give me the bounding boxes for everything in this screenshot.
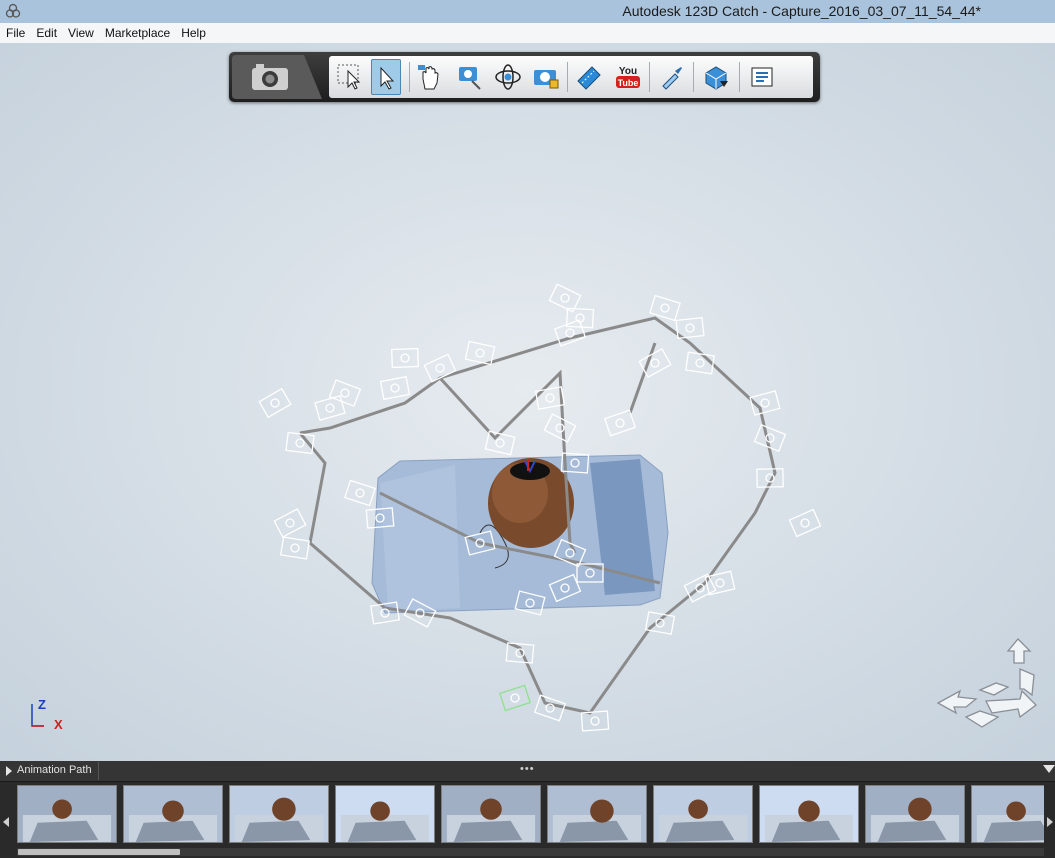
camera-lock-icon: [534, 70, 559, 89]
panel-header: Animation Path •••: [0, 761, 1055, 782]
animation-tool[interactable]: [573, 59, 603, 95]
export-mesh-tool[interactable]: [701, 59, 731, 95]
chevron-down-icon[interactable]: [1043, 765, 1055, 773]
scrollbar-thumb[interactable]: [18, 849, 180, 855]
thumbnail[interactable]: [441, 785, 541, 843]
thumbnail[interactable]: [123, 785, 223, 843]
rectangle-select-icon: [337, 64, 361, 90]
menu-bar: File Edit View Marketplace Help: [0, 23, 1055, 43]
photo-thumbnail: [548, 786, 646, 842]
thumbnail-strip: [17, 785, 1044, 845]
photo-thumbnail: [442, 786, 540, 842]
zoom-icon: [459, 67, 481, 90]
photo-thumbnail: [760, 786, 858, 842]
orbit-tool[interactable]: [493, 59, 523, 95]
panel-expand-icon[interactable]: [6, 766, 12, 776]
menu-view[interactable]: View: [62, 23, 99, 43]
window-title: Autodesk 123D Catch - Capture_2016_03_07…: [622, 3, 981, 19]
panel-grip-handle[interactable]: •••: [520, 763, 535, 775]
thumbnail[interactable]: [547, 785, 647, 843]
scroll-left-icon[interactable]: [3, 817, 9, 827]
eyedropper-icon: [662, 67, 682, 90]
film-strip-icon: [577, 66, 601, 90]
horizontal-scrollbar[interactable]: [17, 848, 1044, 856]
orbit-icon: [495, 64, 521, 90]
eyedropper-tool[interactable]: [657, 59, 687, 95]
thumbnail[interactable]: [229, 785, 329, 843]
panel-title: Animation Path: [17, 764, 92, 776]
photo-thumbnail: [866, 786, 964, 842]
thumbnail[interactable]: [653, 785, 753, 843]
menu-file[interactable]: File: [0, 23, 30, 43]
thumbnail[interactable]: [759, 785, 859, 843]
properties-tool[interactable]: [747, 59, 777, 95]
properties-icon: [751, 67, 773, 87]
toolbar-separator: [649, 62, 650, 92]
scene-view[interactable]: [0, 43, 1055, 761]
mesh-export-icon: [705, 66, 728, 90]
youtube-tube-label: Tube: [618, 78, 639, 88]
main-toolbar: You Tube: [229, 52, 820, 102]
thumbnail[interactable]: [865, 785, 965, 843]
axis-triad: Z X: [31, 698, 63, 732]
youtube-tool[interactable]: You Tube: [613, 59, 643, 95]
autodesk-logo-icon: [5, 3, 21, 18]
thumbnail[interactable]: [335, 785, 435, 843]
pan-hand-icon: [418, 65, 439, 90]
thumbnail[interactable]: [971, 785, 1044, 843]
photo-thumbnail: [124, 786, 222, 842]
camera-lock-tool[interactable]: [531, 59, 561, 95]
capture-tab[interactable]: [232, 55, 322, 99]
youtube-icon: You Tube: [616, 66, 640, 88]
menu-help[interactable]: Help: [175, 23, 211, 43]
rectangle-select-tool[interactable]: [335, 59, 365, 95]
scroll-right-icon[interactable]: [1047, 817, 1053, 827]
menu-edit[interactable]: Edit: [30, 23, 62, 43]
navigation-arrows-icon[interactable]: [936, 635, 1046, 735]
photo-thumbnail: [654, 786, 752, 842]
toolbar-separator: [693, 62, 694, 92]
3d-viewport[interactable]: You Tube Z X: [0, 43, 1055, 761]
panel-divider: [98, 762, 99, 780]
photo-thumbnail: [18, 786, 116, 842]
axis-z-label: Z: [38, 698, 46, 712]
menu-marketplace[interactable]: Marketplace: [99, 23, 175, 43]
lasso-select-icon: [380, 66, 395, 90]
photo-thumbnail: [972, 786, 1044, 842]
thumbnail[interactable]: [17, 785, 117, 843]
animation-path-panel: Animation Path •••: [0, 761, 1055, 858]
youtube-you-label: You: [619, 66, 637, 77]
photo-thumbnail: [336, 786, 434, 842]
tool-strip: You Tube: [329, 56, 813, 98]
axis-x-label: X: [54, 717, 63, 732]
title-bar: Autodesk 123D Catch - Capture_2016_03_07…: [0, 0, 1055, 23]
toolbar-separator: [739, 62, 740, 92]
pan-tool[interactable]: [415, 59, 445, 95]
zoom-tool[interactable]: [455, 59, 485, 95]
toolbar-separator: [409, 62, 410, 92]
photo-thumbnail: [230, 786, 328, 842]
lasso-select-tool[interactable]: [371, 59, 401, 95]
toolbar-separator: [567, 62, 568, 92]
